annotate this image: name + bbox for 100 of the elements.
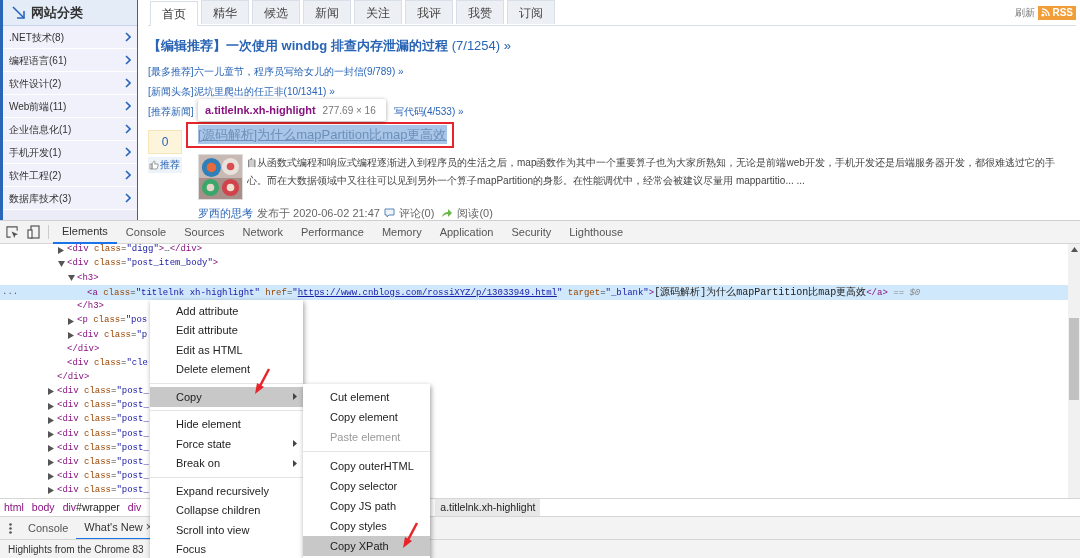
devtools-tab[interactable]: Memory bbox=[372, 220, 431, 244]
nav-tab[interactable]: 关注 bbox=[354, 0, 402, 24]
menu-item[interactable]: Copy XPath bbox=[303, 536, 430, 556]
breadcrumb[interactable]: div#wrapper bbox=[58, 499, 124, 516]
sidebar-item-label[interactable]: .NET技术(8) bbox=[9, 29, 64, 45]
menu-item[interactable]: Focus bbox=[150, 539, 303, 558]
breadcrumb[interactable]: body bbox=[27, 499, 59, 516]
code-line: <div class="post_ bbox=[57, 484, 149, 498]
breadcrumb[interactable]: div bbox=[123, 499, 146, 516]
code-line[interactable]: <a class="titlelnk xh-highlight" href="https://www.cnblogs.com/rossiXYZ/p/13033949.html" target="_blank">[源码解析]为什么mapPartition比map更高效</a> == $0 bbox=[87, 284, 921, 301]
scrollbar[interactable] bbox=[1068, 244, 1080, 498]
news-link[interactable]: [推荐新闻] bbox=[148, 104, 194, 119]
menu-item[interactable]: Copy element bbox=[303, 407, 430, 427]
triangle-right-icon[interactable] bbox=[48, 473, 54, 481]
selected-row[interactable]: ... <a class="titlelnk xh-highlight" href="https://www.cnblogs.com/rossiXYZ/p/13033949.html" target="_blank">[源码解析]为什么mapPartition比map更高效</a> == $0 bbox=[0, 285, 1068, 300]
code-line: <div class="post_item_body"> bbox=[67, 257, 219, 271]
triangle-down-icon[interactable] bbox=[58, 261, 65, 268]
triangle-right-icon[interactable] bbox=[68, 331, 74, 339]
sidebar-item[interactable]: Web前端(11) bbox=[3, 95, 137, 118]
scroll-up-icon[interactable] bbox=[1070, 247, 1078, 252]
menu-item[interactable]: Copy outerHTML bbox=[303, 456, 430, 476]
devtools-tab[interactable]: Console bbox=[116, 220, 176, 244]
nav-tab[interactable]: 我赞 bbox=[456, 0, 504, 24]
breadcrumb[interactable]: html bbox=[0, 499, 28, 516]
sidebar-item[interactable]: 编程语言(61) bbox=[3, 49, 137, 72]
code-line: <h3> bbox=[77, 271, 99, 285]
sidebar-item-label[interactable]: 软件工程(2) bbox=[9, 167, 62, 183]
breadcrumb[interactable]: a.titlelnk.xh-highlight bbox=[435, 499, 541, 516]
nav-tab[interactable]: 首页 bbox=[150, 1, 198, 26]
triangle-right-icon[interactable] bbox=[48, 402, 54, 410]
more-options-icon[interactable] bbox=[9, 522, 12, 534]
code-line: </div> bbox=[57, 370, 90, 384]
devtools-tab[interactable]: Sources bbox=[175, 220, 234, 244]
arrow-icon bbox=[11, 4, 27, 21]
scrollbar-thumb[interactable] bbox=[1069, 318, 1079, 400]
code-line: <div class="cle bbox=[67, 356, 149, 370]
code-line: </div> bbox=[67, 342, 100, 356]
nav-tab[interactable]: 我评 bbox=[405, 0, 453, 24]
triangle-right-icon[interactable] bbox=[48, 430, 54, 438]
sidebar-item[interactable]: 数据库技术(3) bbox=[3, 187, 137, 210]
sidebar-item-label[interactable]: 手机开发(1) bbox=[9, 144, 62, 160]
menu-item[interactable]: Add attribute bbox=[150, 301, 303, 321]
nav-tab[interactable]: 候选 bbox=[252, 0, 300, 24]
devtools-tab[interactable]: Lighthouse bbox=[560, 220, 633, 244]
sidebar-item-label[interactable]: Web前端(11) bbox=[9, 98, 67, 114]
drawer-text: Highlights from the Chrome 83 bbox=[8, 542, 144, 557]
menu-item[interactable]: Copy bbox=[150, 387, 303, 407]
refresh-link[interactable]: 刷新 bbox=[1015, 5, 1036, 20]
nav-tab[interactable]: 订阅 bbox=[507, 0, 555, 24]
menu-item[interactable]: Copy styles bbox=[303, 516, 430, 536]
sidebar-item-label[interactable]: 软件设计(2) bbox=[9, 75, 62, 91]
chevron-right-icon bbox=[125, 78, 131, 88]
author-link[interactable]: 罗西的思考 bbox=[198, 204, 253, 221]
headline-link[interactable]: 【编辑推荐】一次使用 windbg 排查内存泄漏的过程 bbox=[148, 36, 448, 56]
sidebar-item[interactable]: 软件设计(2) bbox=[3, 72, 137, 95]
triangle-right-icon[interactable] bbox=[68, 317, 74, 325]
devtools-tab[interactable]: Security bbox=[502, 220, 561, 244]
nav-tab[interactable]: 精华 bbox=[201, 0, 249, 24]
devtools-tab[interactable]: Performance bbox=[291, 220, 373, 244]
chevron-right-icon bbox=[125, 193, 131, 203]
device-toolbar-icon[interactable] bbox=[27, 225, 40, 239]
menu-item[interactable]: Break on bbox=[150, 453, 303, 473]
sidebar-item[interactable]: .NET技术(8) bbox=[3, 26, 137, 49]
comment-link[interactable]: 评论(0) bbox=[398, 204, 435, 221]
triangle-down-icon[interactable] bbox=[68, 275, 75, 282]
menu-item[interactable]: Hide element bbox=[150, 414, 303, 434]
menu-item[interactable]: Cut element bbox=[303, 387, 430, 407]
triangle-right-icon[interactable] bbox=[58, 246, 64, 254]
news-link[interactable]: 写代码(4/533) » bbox=[393, 104, 464, 119]
triangle-right-icon[interactable] bbox=[48, 459, 54, 467]
recommend-button[interactable]: 推荐 bbox=[148, 156, 182, 173]
menu-item[interactable]: Copy JS path bbox=[303, 496, 430, 516]
row-menu-dots[interactable]: ... bbox=[2, 285, 19, 300]
sidebar-item[interactable]: 企业信息化(1) bbox=[3, 118, 137, 141]
drawer-tab[interactable]: Console bbox=[20, 516, 77, 540]
menu-item[interactable]: Edit attribute bbox=[150, 320, 303, 340]
triangle-right-icon[interactable] bbox=[48, 487, 54, 495]
menu-item[interactable]: Expand recursively bbox=[150, 481, 303, 501]
sidebar-item[interactable]: 手机开发(1) bbox=[3, 141, 137, 164]
devtools-tab[interactable]: Network bbox=[233, 220, 292, 244]
read-count: 阅读(0) bbox=[457, 205, 493, 221]
triangle-right-icon[interactable] bbox=[48, 416, 54, 424]
triangle-right-icon[interactable] bbox=[48, 445, 54, 452]
menu-item[interactable]: Delete element bbox=[150, 359, 303, 379]
nav-tab[interactable]: 新闻 bbox=[303, 0, 351, 24]
inspect-icon[interactable] bbox=[6, 225, 19, 239]
devtools-tab[interactable]: Elements bbox=[53, 220, 117, 244]
pointer-arrow bbox=[252, 368, 272, 395]
devtools-tab[interactable]: Application bbox=[430, 220, 503, 244]
sidebar-item-label[interactable]: 企业信息化(1) bbox=[9, 121, 72, 137]
menu-item[interactable]: Edit as HTML bbox=[150, 340, 303, 360]
news-link[interactable]: [新闻头条]泥坑里爬出的任正非(10/1341) » bbox=[148, 84, 335, 99]
menu-item[interactable]: Copy selector bbox=[303, 476, 430, 496]
triangle-right-icon[interactable] bbox=[48, 388, 54, 396]
sidebar-item-label[interactable]: 编程语言(61) bbox=[9, 52, 67, 68]
news-link[interactable]: [最多推荐]六一儿童节，程序员写给女儿的一封信(9/789) » bbox=[148, 64, 404, 79]
sidebar-item[interactable]: 软件工程(2) bbox=[3, 164, 137, 187]
menu-item[interactable]: Force state bbox=[150, 434, 303, 454]
code-line: <div class="post_ bbox=[57, 385, 149, 399]
sidebar-item-label[interactable]: 数据库技术(3) bbox=[9, 190, 72, 206]
